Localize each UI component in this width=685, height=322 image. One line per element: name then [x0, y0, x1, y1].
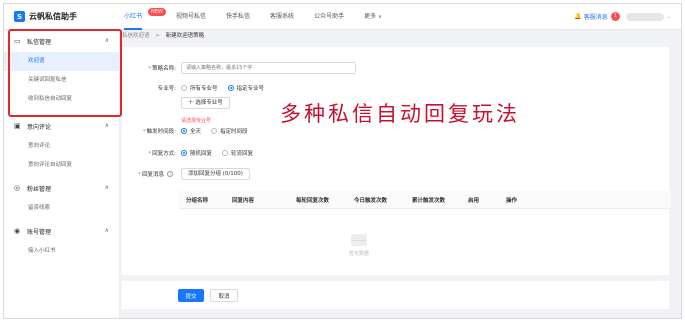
add-reply-group-button[interactable]: 添加回复分组 (0/100)	[181, 168, 250, 180]
chevron-down-icon: ∨	[378, 14, 382, 20]
trigger-option-specific[interactable]: 指定时间段	[211, 127, 248, 135]
account-option-all[interactable]: 所有专业号	[181, 84, 218, 92]
customer-message-area[interactable]: 🔔 客服消息 1 ⌄	[574, 12, 671, 21]
reply-mode-rotate[interactable]: 轮流回复	[222, 149, 253, 157]
highlight-box	[8, 29, 122, 117]
column-header: 分组名称	[186, 197, 209, 204]
logo-icon: S	[14, 11, 25, 22]
account-label: 专业号:	[157, 86, 176, 92]
select-account-row: ＋ 选择专业号	[181, 97, 230, 109]
trigger-time-label: 触发时间段:	[146, 129, 176, 135]
info-icon[interactable]: i	[167, 171, 173, 177]
message-count-badge: 1	[610, 12, 620, 21]
reply-message-row: *回复消息 i 添加回复分组 (0/100)	[130, 168, 250, 180]
reply-message-label: 回复消息	[141, 172, 164, 178]
radio-selected-icon	[181, 150, 187, 156]
app-title: 云帆私信助手	[29, 12, 77, 21]
fans-icon: ◎	[14, 184, 21, 192]
account-error-text: 请选择专业号	[181, 118, 212, 124]
trigger-option-all-day[interactable]: 全天	[181, 127, 201, 135]
strategy-name-input[interactable]	[181, 62, 356, 74]
account-option-specific[interactable]: 指定专业号	[227, 84, 264, 92]
column-header: 回复内容	[232, 197, 255, 204]
chevron-up-icon: ∧	[104, 122, 109, 129]
column-header: 累计触发次数	[412, 197, 446, 204]
breadcrumb-parent[interactable]: 私信欢迎语	[122, 33, 150, 39]
radio-icon	[211, 128, 218, 134]
nav-tab-video-dm[interactable]: 视频号私信	[176, 4, 206, 30]
new-badge: NEW	[148, 8, 166, 16]
sidebar-item-connect-xiaohongshu[interactable]: 接入小红书	[4, 242, 119, 261]
radio-icon	[222, 150, 229, 156]
account-row: 专业号: 所有专业号 指定专业号	[130, 84, 274, 92]
radio-selected-icon	[181, 128, 187, 134]
trigger-time-row: *触发时间段: 全天 指定时间段	[142, 127, 248, 135]
radio-icon	[181, 85, 187, 91]
nav-tab-customer-service[interactable]: 客服系统	[270, 4, 294, 30]
form-card	[122, 47, 669, 275]
empty-box-icon	[351, 234, 367, 246]
chevron-up-icon: ∧	[104, 184, 109, 191]
top-bar: S 云帆私信助手 小红书 NEW 视频号私信 快手私信 客服系统 公众号助手 更…	[4, 4, 681, 30]
sidebar-group-account-management[interactable]: ◉ 账号管理 ∧	[4, 220, 119, 242]
comment-icon: ▣	[14, 122, 21, 130]
column-header: 每轮回复次数	[296, 197, 330, 204]
promo-overlay-text: 多种私信自动回复玩法	[280, 102, 520, 126]
sidebar-group-fan-management[interactable]: ◎ 粉丝管理 ∧	[4, 177, 119, 199]
sidebar-item-leads[interactable]: 留资线索	[4, 199, 119, 218]
breadcrumb-separator: >	[155, 33, 160, 39]
reply-mode-label: 回复方式:	[152, 151, 176, 157]
column-header: 操作	[506, 197, 518, 204]
bell-icon: 🔔	[574, 13, 582, 20]
column-header: 启用	[468, 197, 480, 204]
account-error-row: 请选择专业号	[181, 117, 211, 124]
reply-mode-row: *回复方式: 随机回复 轮流回复	[148, 149, 254, 157]
column-header: 今日触发次数	[354, 197, 388, 204]
empty-state: 暂无数据	[344, 234, 374, 257]
chevron-up-icon: ∧	[104, 227, 109, 234]
table-header: 分组名称 回复内容 每轮回复次数 今日触发次数 累计触发次数 启用 操作	[178, 191, 671, 209]
account-icon: ◉	[14, 227, 21, 235]
strategy-name-row: *策略名称:	[130, 62, 356, 74]
sidebar-group-intent-comments[interactable]: ▣ 意向评论 ∧	[4, 115, 119, 137]
nav-tab-more[interactable]: 更多 ∨	[364, 4, 382, 30]
app-logo[interactable]: S 云帆私信助手	[14, 11, 77, 22]
top-nav: 小红书 NEW 视频号私信 快手私信 客服系统 公众号助手 更多 ∨	[124, 4, 402, 30]
submit-button[interactable]: 提交	[178, 289, 204, 302]
user-account-pill[interactable]	[625, 12, 664, 21]
breadcrumb: 私信欢迎语 > 新建欢迎语策略	[122, 31, 204, 39]
reply-mode-random[interactable]: 随机回复	[181, 149, 212, 157]
sidebar-item-intent-auto-reply[interactable]: 意向评论自动回复	[4, 156, 119, 175]
empty-state-text: 暂无数据	[348, 251, 369, 257]
cancel-button[interactable]: 取消	[210, 289, 238, 302]
reply-group-table: 分组名称 回复内容 每轮回复次数 今日触发次数 累计触发次数 启用 操作	[178, 191, 671, 209]
nav-tab-xiaohongshu[interactable]: 小红书 NEW	[124, 4, 166, 30]
chevron-down-icon[interactable]: ⌄	[667, 14, 671, 20]
nav-tab-kuaishou-dm[interactable]: 快手私信	[226, 4, 250, 30]
sidebar-item-intent-comments[interactable]: 意向评论	[4, 137, 119, 156]
breadcrumb-current: 新建欢迎语策略	[165, 33, 205, 39]
customer-message-label: 客服消息	[583, 14, 608, 21]
nav-tab-official-account[interactable]: 公众号助手	[314, 4, 344, 30]
select-account-button[interactable]: ＋ 选择专业号	[181, 97, 230, 109]
form-footer: 提交 取消	[122, 281, 669, 309]
strategy-name-label: 策略名称:	[152, 66, 176, 72]
radio-selected-icon	[227, 85, 234, 91]
